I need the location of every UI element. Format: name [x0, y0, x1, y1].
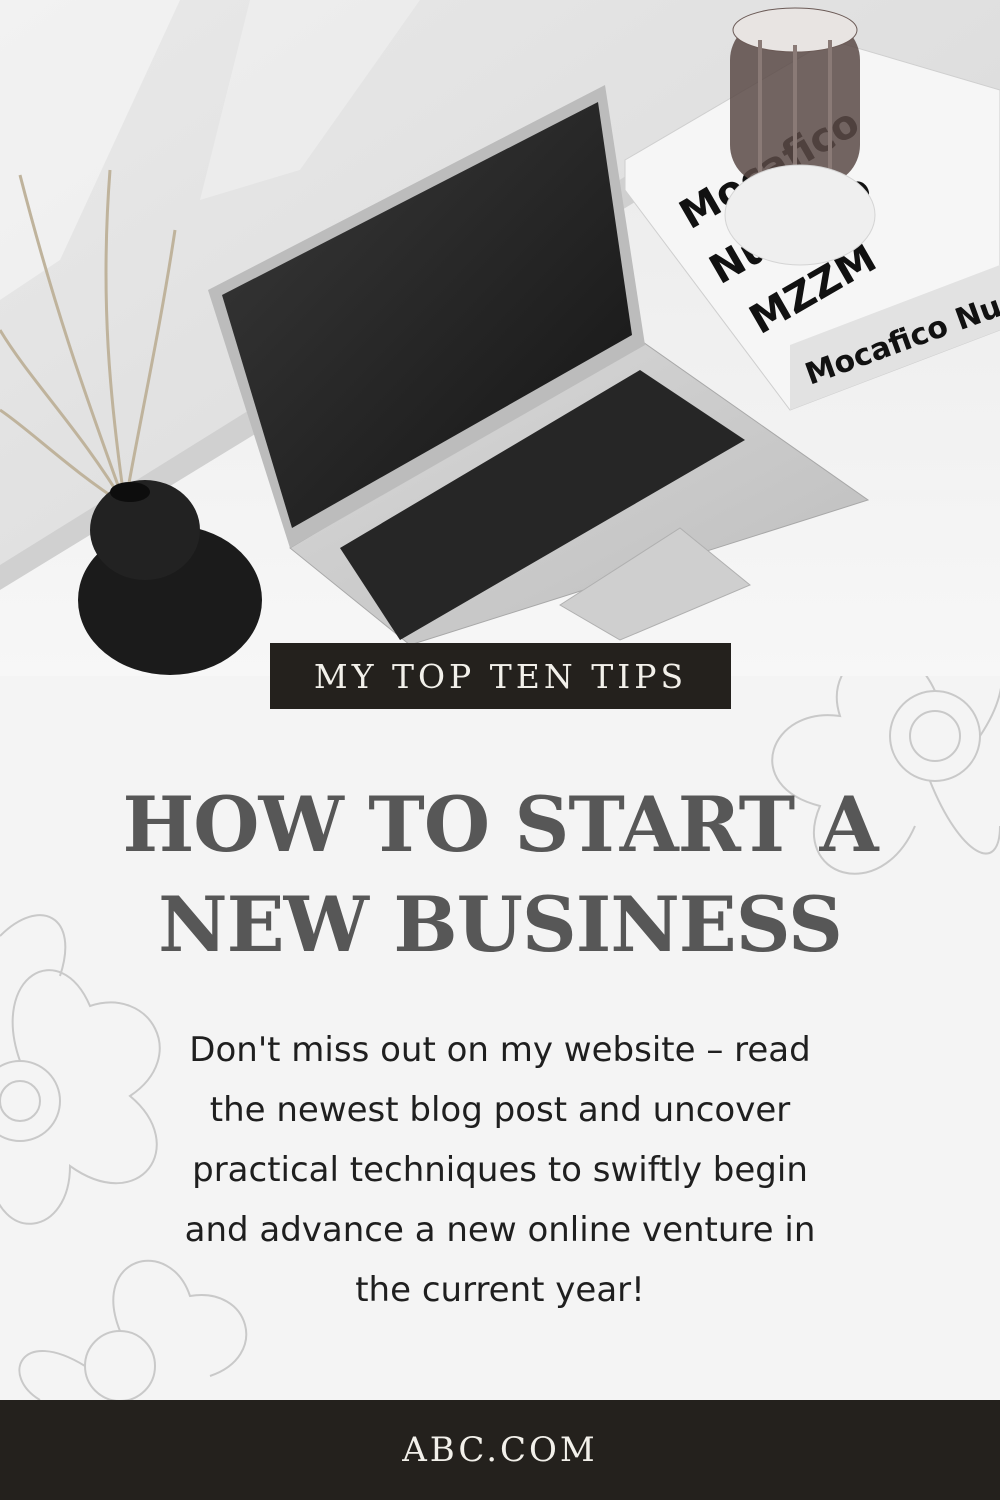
- description: Don't miss out on my website – read the …: [110, 1020, 890, 1320]
- description-line-1: Don't miss out on my website – read: [189, 1030, 811, 1070]
- marble-dish: [724, 164, 876, 266]
- website-link[interactable]: ABC.COM: [402, 1430, 597, 1470]
- description-line-3: practical techniques to swiftly begin: [192, 1150, 808, 1190]
- laptop-desk-photo: Mocafico Numero Mocafico Numero MZZM: [0, 0, 1000, 676]
- headline-line-1: HOW TO START A: [122, 780, 878, 869]
- hero-photo: Mocafico Numero Mocafico Numero MZZM: [0, 0, 1000, 676]
- description-line-4: and advance a new online venture in: [184, 1210, 816, 1250]
- description-line-2: the newest blog post and uncover: [209, 1090, 791, 1130]
- tips-label-banner: MY TOP TEN TIPS: [270, 643, 731, 709]
- headline-line-2: NEW BUSINESS: [158, 880, 843, 969]
- headline: HOW TO START A NEW BUSINESS: [60, 775, 940, 975]
- pin-graphic: Mocafico Numero Mocafico Numero MZZM: [0, 0, 1000, 1500]
- tips-label: MY TOP TEN TIPS: [313, 656, 688, 696]
- description-line-5: the current year!: [355, 1270, 645, 1310]
- footer-bar: ABC.COM: [0, 1400, 1000, 1500]
- candle-holder: [730, 7, 860, 185]
